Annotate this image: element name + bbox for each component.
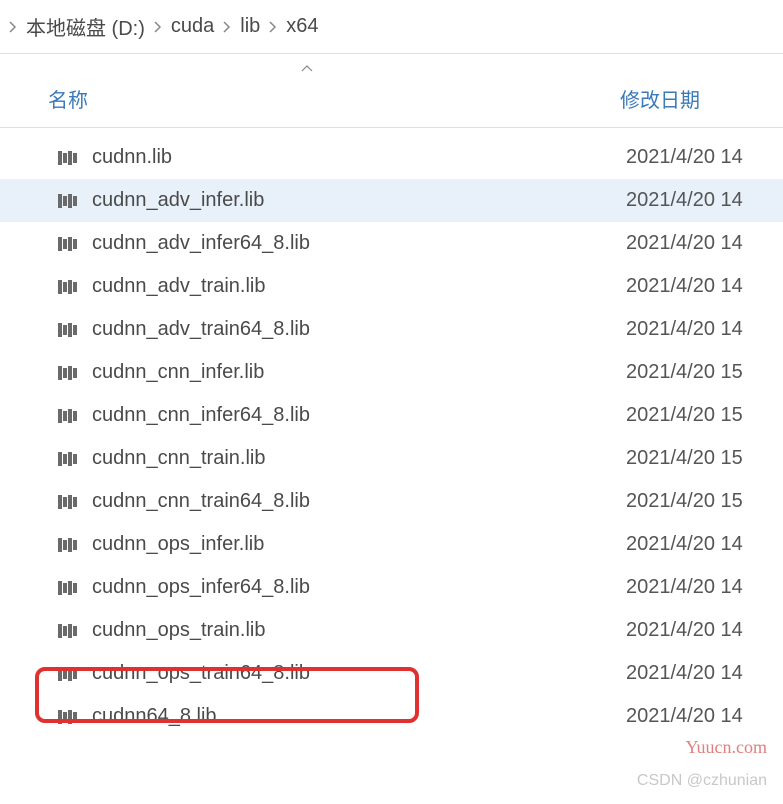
file-row[interactable]: cudnn_adv_train64_8.lib2021/4/20 14 <box>0 308 783 351</box>
column-headers: 名称 修改日期 <box>0 62 783 128</box>
file-date: 2021/4/20 14 <box>626 662 783 685</box>
lib-file-icon <box>58 236 78 252</box>
chevron-right-icon <box>8 20 18 34</box>
file-row[interactable]: cudnn_cnn_train64_8.lib2021/4/20 15 <box>0 480 783 523</box>
lib-file-icon <box>58 451 78 467</box>
lib-file-icon <box>58 408 78 424</box>
file-date: 2021/4/20 15 <box>626 490 783 513</box>
file-name: cudnn_adv_infer.lib <box>92 189 626 212</box>
file-date: 2021/4/20 14 <box>626 318 783 341</box>
lib-file-icon <box>58 494 78 510</box>
file-name: cudnn_ops_train64_8.lib <box>92 662 626 685</box>
file-date: 2021/4/20 15 <box>626 404 783 427</box>
file-name: cudnn_cnn_infer.lib <box>92 361 626 384</box>
file-row[interactable]: cudnn_ops_infer64_8.lib2021/4/20 14 <box>0 566 783 609</box>
file-name: cudnn.lib <box>92 146 626 169</box>
file-date: 2021/4/20 14 <box>626 705 783 728</box>
file-row[interactable]: cudnn_ops_infer.lib2021/4/20 14 <box>0 523 783 566</box>
breadcrumb: 本地磁盘 (D:) cuda lib x64 <box>0 0 783 54</box>
breadcrumb-item-x64[interactable]: x64 <box>286 15 318 38</box>
file-row[interactable]: cudnn_cnn_infer.lib2021/4/20 15 <box>0 351 783 394</box>
file-date: 2021/4/20 15 <box>626 447 783 470</box>
file-name: cudnn_cnn_train64_8.lib <box>92 490 626 513</box>
file-row[interactable]: cudnn_adv_infer.lib2021/4/20 14 <box>0 179 783 222</box>
file-date: 2021/4/20 14 <box>626 189 783 212</box>
lib-file-icon <box>58 666 78 682</box>
file-row[interactable]: cudnn.lib2021/4/20 14 <box>0 136 783 179</box>
file-row[interactable]: cudnn_adv_train.lib2021/4/20 14 <box>0 265 783 308</box>
lib-file-icon <box>58 150 78 166</box>
file-name: cudnn_ops_infer.lib <box>92 533 626 556</box>
file-list: cudnn.lib2021/4/20 14cudnn_adv_infer.lib… <box>0 136 783 738</box>
lib-file-icon <box>58 279 78 295</box>
chevron-right-icon <box>153 20 163 34</box>
file-row[interactable]: cudnn_adv_infer64_8.lib2021/4/20 14 <box>0 222 783 265</box>
watermark-author: CSDN @czhunian <box>637 772 767 790</box>
file-date: 2021/4/20 14 <box>626 533 783 556</box>
file-date: 2021/4/20 14 <box>626 146 783 169</box>
breadcrumb-item-cuda[interactable]: cuda <box>171 15 214 38</box>
breadcrumb-item-lib[interactable]: lib <box>240 15 260 38</box>
lib-file-icon <box>58 709 78 725</box>
lib-file-icon <box>58 365 78 381</box>
lib-file-icon <box>58 193 78 209</box>
sort-indicator-icon[interactable] <box>300 58 314 80</box>
file-date: 2021/4/20 14 <box>626 275 783 298</box>
lib-file-icon <box>58 580 78 596</box>
breadcrumb-item-drive[interactable]: 本地磁盘 (D:) <box>26 12 145 41</box>
file-name: cudnn_adv_train.lib <box>92 275 626 298</box>
file-name: cudnn_cnn_infer64_8.lib <box>92 404 626 427</box>
file-name: cudnn_cnn_train.lib <box>92 447 626 470</box>
file-row[interactable]: cudnn_ops_train.lib2021/4/20 14 <box>0 609 783 652</box>
file-name: cudnn64_8.lib <box>92 705 626 728</box>
watermark-site: Yuucn.com <box>686 737 767 758</box>
column-header-date[interactable]: 修改日期 <box>620 84 783 113</box>
lib-file-icon <box>58 623 78 639</box>
file-row[interactable]: cudnn_cnn_train.lib2021/4/20 15 <box>0 437 783 480</box>
file-name: cudnn_ops_infer64_8.lib <box>92 576 626 599</box>
lib-file-icon <box>58 322 78 338</box>
lib-file-icon <box>58 537 78 553</box>
file-date: 2021/4/20 14 <box>626 619 783 642</box>
file-date: 2021/4/20 15 <box>626 361 783 384</box>
file-date: 2021/4/20 14 <box>626 576 783 599</box>
column-header-name[interactable]: 名称 <box>0 84 620 113</box>
file-name: cudnn_adv_train64_8.lib <box>92 318 626 341</box>
chevron-right-icon <box>268 20 278 34</box>
file-row[interactable]: cudnn64_8.lib2021/4/20 14 <box>0 695 783 738</box>
file-row[interactable]: cudnn_ops_train64_8.lib2021/4/20 14 <box>0 652 783 695</box>
chevron-right-icon <box>222 20 232 34</box>
file-row[interactable]: cudnn_cnn_infer64_8.lib2021/4/20 15 <box>0 394 783 437</box>
file-name: cudnn_ops_train.lib <box>92 619 626 642</box>
file-name: cudnn_adv_infer64_8.lib <box>92 232 626 255</box>
file-date: 2021/4/20 14 <box>626 232 783 255</box>
